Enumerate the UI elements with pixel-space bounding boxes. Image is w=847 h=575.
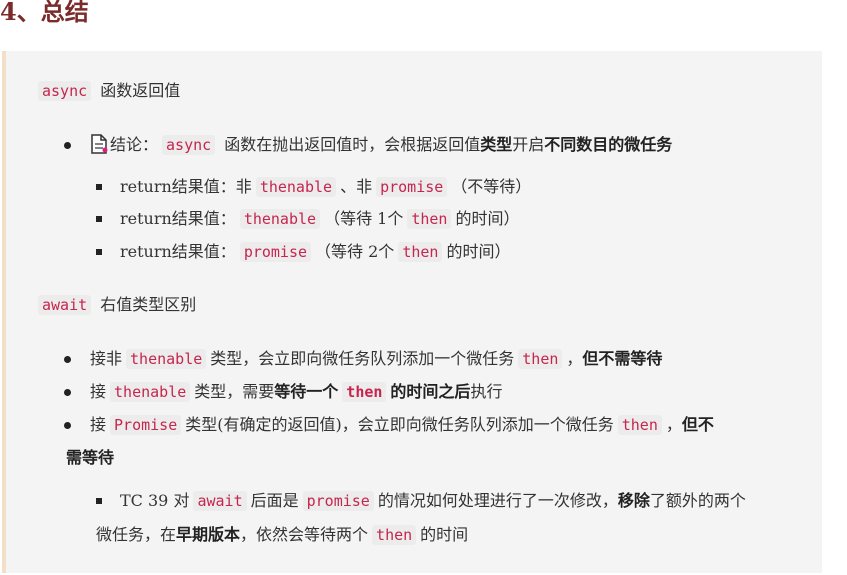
await-item-promise: 接 Promise 类型(有确定的返回值)，会立即向微任务队列添加一个微任务 then… [90,415,714,435]
await-item-thenable: 接 thenable 类型，需要等待一个 then 的时间之后执行 [90,382,503,402]
bullet-dot [64,142,71,149]
section-heading: 4、总结 [0,0,89,26]
await-section-title: await 右值类型区别 [38,293,196,317]
await-code: await [38,295,92,315]
tc39-note: TC 39 对 await 后面是 promise 的情况如何处理进行了一次修改，移除了… [120,491,746,511]
bullet-square [96,216,102,222]
bullet-dot [64,389,71,396]
bullet-dot [64,356,71,363]
summary-blockquote: async 函数返回值 结论： async 函数在抛出返回值时，会根据返回值类型开… [2,51,822,573]
list-item: return结果值： promise （等待 2个 then 的时间） [120,242,511,262]
bullet-square [96,498,102,504]
async-section-title: async 函数返回值 [38,79,180,103]
await-item-promise-continued: 需等待 [66,448,115,467]
list-item: return结果值：非 thenable 、非 promise （不等待） [120,177,532,197]
bullet-square [96,249,102,255]
tc39-note-continued: 微任务，在早期版本，依然会等待两个 then 的时间 [96,525,469,545]
document-icon [90,134,108,161]
bullet-square [96,184,102,190]
async-code: async [38,81,92,101]
await-item-non-thenable: 接非 thenable 类型，会立即向微任务队列添加一个微任务 then ，但不需等待 [90,349,663,369]
async-conclusion: 结论： async 函数在抛出返回值时，会根据返回值类型开启不同数目的微任务 [90,133,672,161]
list-item: return结果值： thenable （等待 1个 then 的时间） [120,209,520,229]
bullet-dot [64,422,71,429]
